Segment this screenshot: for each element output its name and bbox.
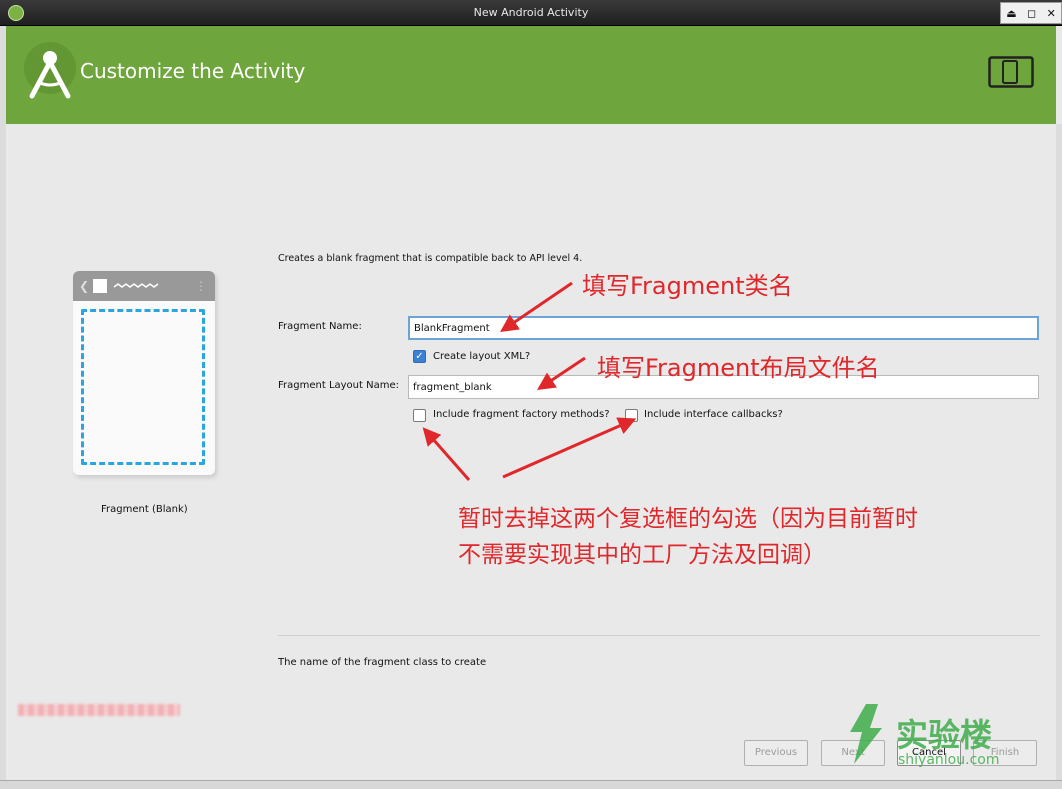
create-layout-label: Create layout XML? (433, 351, 531, 362)
template-name: Fragment (Blank) (101, 504, 188, 515)
factory-methods-checkbox[interactable] (413, 409, 426, 422)
fragment-name-annotation: 填写Fragment类名 (582, 272, 793, 300)
minimize-icon[interactable]: ⏏ (1006, 7, 1016, 20)
new-activity-dialog: New Android Activity ⏏ ◻ ✕ Customize the… (0, 0, 1062, 789)
template-description: Creates a blank fragment that is compati… (278, 253, 583, 264)
watermark-logo-icon (850, 704, 882, 764)
blurred-redaction (18, 704, 180, 716)
fragment-name-label: Fragment Name: (278, 321, 362, 332)
watermark-en: shiyanlou.com (898, 752, 1000, 768)
right-edge (1056, 124, 1062, 780)
device-form-factor-icon (988, 56, 1034, 88)
fragment-placeholder-area (81, 309, 205, 465)
shiyanlou-watermark: 实验楼 shiyanlou.com (840, 702, 1040, 772)
maximize-icon[interactable]: ◻ (1027, 7, 1036, 20)
left-edge (0, 26, 6, 780)
back-chevron-icon: ❮ (79, 279, 90, 293)
banner-title: Customize the Activity (80, 59, 306, 83)
interface-callbacks-checkbox[interactable] (625, 409, 638, 422)
factory-methods-label: Include fragment factory methods? (433, 409, 610, 420)
title-bar: New Android Activity ⏏ ◻ ✕ (0, 0, 1062, 26)
preview-toolbar: ❮ ⋮ (73, 271, 215, 301)
interface-callbacks-label: Include interface callbacks? (644, 409, 783, 420)
window-controls: ⏏ ◻ ✕ (1000, 2, 1062, 24)
title-squiggle-icon (113, 283, 159, 288)
close-icon[interactable]: ✕ (1047, 7, 1056, 20)
arrow-to-factory-checkbox (422, 427, 471, 481)
fragment-name-input[interactable] (408, 316, 1039, 340)
header-banner: Customize the Activity (6, 26, 1056, 124)
create-layout-checkbox[interactable]: ✓ (413, 350, 426, 363)
app-icon-placeholder (93, 279, 108, 293)
overflow-menu-icon: ⋮ (195, 279, 207, 293)
template-preview: ❮ ⋮ (73, 271, 215, 475)
android-studio-logo-icon (24, 42, 76, 99)
layout-name-annotation: 填写Fragment布局文件名 (597, 354, 880, 382)
help-text: The name of the fragment class to create (278, 657, 487, 668)
checkbox-annotation-line1: 暂时去掉这两个复选框的勾选（因为目前暂时 (458, 506, 918, 532)
checkbox-annotation-line2: 不需要实现其中的工厂方法及回调） (458, 542, 826, 568)
arrow-to-callbacks-checkbox (502, 417, 637, 479)
layout-name-label: Fragment Layout Name: (278, 380, 399, 391)
help-separator (278, 635, 1040, 636)
ide-taskbar-strip (0, 780, 1062, 789)
watermark-cn: 实验楼 (896, 716, 993, 754)
window-title: New Android Activity (473, 6, 589, 19)
previous-button[interactable]: Previous (744, 740, 808, 766)
